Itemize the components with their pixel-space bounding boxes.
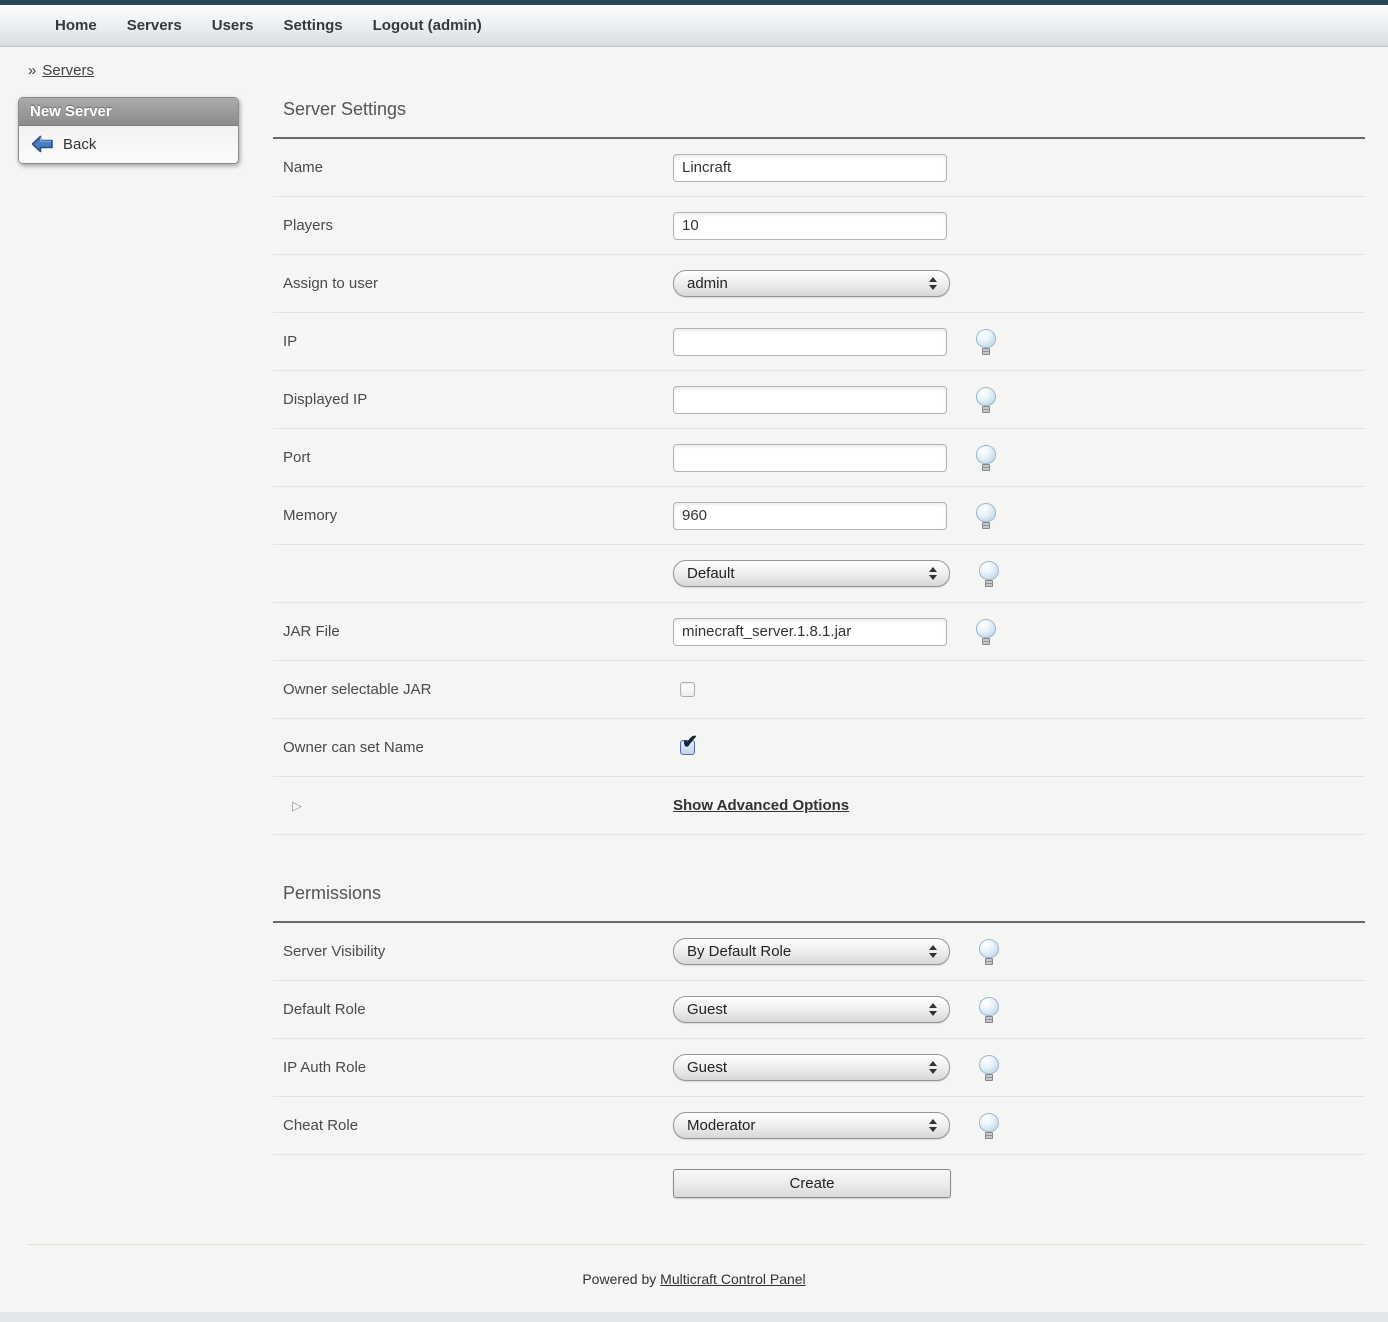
players-label: Players <box>273 217 673 234</box>
displayed-ip-input[interactable] <box>673 386 947 414</box>
back-label: Back <box>63 136 96 153</box>
back-arrow-icon <box>31 135 54 153</box>
create-row: Create <box>273 1155 1365 1228</box>
select-value: Default <box>687 565 929 582</box>
owner-selectable-jar-checkbox[interactable] <box>680 682 695 697</box>
select-stepper-icon <box>929 1003 937 1016</box>
ip-auth-role-help-lightbulb-icon[interactable] <box>978 1055 1000 1081</box>
nav-item-home[interactable]: Home <box>40 17 112 34</box>
default-role-select[interactable]: Guest <box>673 996 950 1023</box>
panel-title: New Server <box>19 98 238 126</box>
server-visibility-row: Server Visibility By Default Role <box>273 923 1365 981</box>
server-visibility-label: Server Visibility <box>273 943 673 960</box>
displayed-ip-label: Displayed IP <box>273 391 673 408</box>
select-value: Moderator <box>687 1117 929 1134</box>
displayed-ip-help-lightbulb-icon[interactable] <box>975 387 997 413</box>
name-input[interactable] <box>673 154 947 182</box>
port-label: Port <box>273 449 673 466</box>
world-type-row: Default <box>273 545 1365 603</box>
owner-selectable-jar-label: Owner selectable JAR <box>273 681 673 698</box>
breadcrumb-servers-link[interactable]: Servers <box>42 62 94 79</box>
server-settings-heading: Server Settings <box>273 91 1365 139</box>
ip-label: IP <box>273 333 673 350</box>
cheat-role-help-lightbulb-icon[interactable] <box>978 1113 1000 1139</box>
multicraft-link[interactable]: Multicraft Control Panel <box>660 1271 806 1287</box>
ip-auth-role-label: IP Auth Role <box>273 1059 673 1076</box>
nav-item-settings[interactable]: Settings <box>268 17 357 34</box>
checkmark-icon: ✔ <box>682 731 698 754</box>
owner-can-set-name-checkbox[interactable]: ✔ <box>680 740 695 755</box>
players-row: Players <box>273 197 1365 255</box>
new-server-panel: New Server Back <box>18 97 239 164</box>
nav-item-logout[interactable]: Logout (admin) <box>358 17 497 34</box>
name-label: Name <box>273 159 673 176</box>
default-role-label: Default Role <box>273 1001 673 1018</box>
permissions-heading: Permissions <box>273 875 1365 923</box>
server-visibility-select[interactable]: By Default Role <box>673 938 950 965</box>
select-value: Guest <box>687 1001 929 1018</box>
default-role-row: Default Role Guest <box>273 981 1365 1039</box>
footer-divider <box>28 1244 1365 1245</box>
world-type-select[interactable]: Default <box>673 560 950 587</box>
ip-input[interactable] <box>673 328 947 356</box>
ip-auth-role-select[interactable]: Guest <box>673 1054 950 1081</box>
select-stepper-icon <box>929 1119 937 1132</box>
select-value: By Default Role <box>687 943 929 960</box>
assign-to-user-select[interactable]: admin <box>673 270 950 297</box>
select-stepper-icon <box>929 277 937 290</box>
memory-help-lightbulb-icon[interactable] <box>975 503 997 529</box>
assign-to-user-row: Assign to user admin <box>273 255 1365 313</box>
memory-input[interactable] <box>673 502 947 530</box>
breadcrumb-symbol: » <box>28 62 36 79</box>
disclosure-triangle-icon[interactable]: ▷ <box>283 798 302 813</box>
port-input[interactable] <box>673 444 947 472</box>
displayed-ip-row: Displayed IP <box>273 371 1365 429</box>
back-button[interactable]: Back <box>31 135 226 153</box>
ip-auth-role-row: IP Auth Role Guest <box>273 1039 1365 1097</box>
assign-to-user-label: Assign to user <box>273 275 673 292</box>
footer-prefix: Powered by <box>582 1271 660 1287</box>
server-visibility-help-lightbulb-icon[interactable] <box>978 939 1000 965</box>
select-value: admin <box>687 275 929 292</box>
default-role-help-lightbulb-icon[interactable] <box>978 997 1000 1023</box>
panel-body: Back <box>19 126 238 163</box>
memory-label: Memory <box>273 507 673 524</box>
players-input[interactable] <box>673 212 947 240</box>
memory-row: Memory <box>273 487 1365 545</box>
world-type-help-lightbulb-icon[interactable] <box>978 561 1000 587</box>
select-stepper-icon <box>929 1061 937 1074</box>
show-advanced-options-link[interactable]: Show Advanced Options <box>673 797 849 814</box>
cheat-role-select[interactable]: Moderator <box>673 1112 950 1139</box>
main-navigation: Home Servers Users Settings Logout (admi… <box>0 5 1388 47</box>
owner-can-set-name-label: Owner can set Name <box>273 739 673 756</box>
breadcrumb: » Servers <box>28 62 1388 79</box>
select-value: Guest <box>687 1059 929 1076</box>
main-content: Server Settings Name Players Assign to u… <box>273 91 1365 1228</box>
owner-selectable-jar-row: Owner selectable JAR <box>273 661 1365 719</box>
cheat-role-label: Cheat Role <box>273 1117 673 1134</box>
create-button[interactable]: Create <box>673 1169 951 1198</box>
advanced-options-row: ▷ Show Advanced Options <box>273 777 1365 835</box>
nav-item-servers[interactable]: Servers <box>112 17 197 34</box>
owner-can-set-name-row: Owner can set Name ✔ <box>273 719 1365 777</box>
port-row: Port <box>273 429 1365 487</box>
ip-help-lightbulb-icon[interactable] <box>975 329 997 355</box>
name-row: Name <box>273 139 1365 197</box>
nav-item-users[interactable]: Users <box>197 17 269 34</box>
cheat-role-row: Cheat Role Moderator <box>273 1097 1365 1155</box>
footer: Powered by Multicraft Control Panel <box>0 1271 1388 1287</box>
port-help-lightbulb-icon[interactable] <box>975 445 997 471</box>
ip-row: IP <box>273 313 1365 371</box>
bottom-strip <box>0 1312 1388 1322</box>
jar-file-help-lightbulb-icon[interactable] <box>975 619 997 645</box>
jar-file-row: JAR File <box>273 603 1365 661</box>
select-stepper-icon <box>929 945 937 958</box>
jar-file-input[interactable] <box>673 618 947 646</box>
select-stepper-icon <box>929 567 937 580</box>
jar-file-label: JAR File <box>273 623 673 640</box>
